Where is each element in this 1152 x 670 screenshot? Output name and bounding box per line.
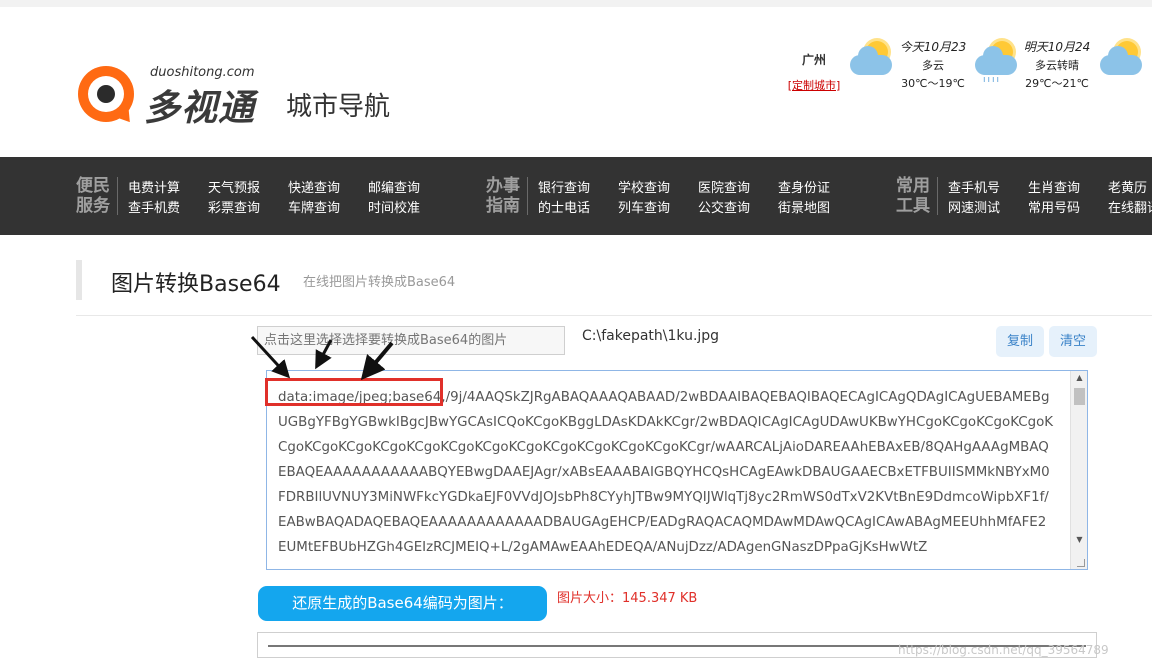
- page-title: 图片转换Base64: [111, 272, 281, 297]
- base64-text: data:image/jpeg;base64,/9j/4AAQSkZJRgABA…: [278, 390, 1054, 555]
- logo-name[interactable]: 多视通: [144, 79, 255, 131]
- nav-item[interactable]: 彩票查询: [208, 197, 260, 216]
- sun-cloud-icon: [1098, 39, 1146, 83]
- nav-item[interactable]: 的士电话: [538, 197, 590, 216]
- nav-item[interactable]: 查手机费: [128, 197, 180, 216]
- weather-tomorrow-temp: 29℃～21℃: [1025, 77, 1089, 90]
- section-name: 城市导航: [286, 92, 391, 122]
- weather-today-condition: 多云: [922, 59, 944, 72]
- nav-item[interactable]: 公交查询: [698, 197, 750, 216]
- scroll-thumb[interactable]: [1074, 388, 1085, 405]
- file-select-input[interactable]: [257, 326, 565, 355]
- image-size-label: 图片大小：145.347 KB: [557, 591, 698, 606]
- nav-divider: [937, 177, 938, 215]
- clear-button[interactable]: 清空: [1049, 326, 1097, 357]
- nav-item[interactable]: 学校查询: [618, 177, 670, 196]
- nav-item[interactable]: 查身份证: [778, 177, 830, 196]
- main-nav: 便民 服务 电费计算 查手机费 天气预报 彩票查询 快递查询 车牌查询 邮编查询 …: [0, 157, 1152, 235]
- weather-city: 广州 [定制城市]: [784, 51, 844, 93]
- copy-button[interactable]: 复制: [996, 326, 1044, 357]
- nav-item[interactable]: 快递查询: [288, 177, 340, 196]
- scroll-down-icon[interactable]: ▼: [1071, 535, 1087, 544]
- nav-item[interactable]: 常用号码: [1028, 197, 1080, 216]
- selected-file-path: C:\fakepath\1ku.jpg: [582, 328, 720, 344]
- weather-tomorrow-day: 明天10月24: [1023, 40, 1091, 54]
- customize-city-link[interactable]: [定制城市]: [788, 77, 841, 93]
- nav-item[interactable]: 天气预报: [208, 177, 260, 196]
- nav-item[interactable]: 电费计算: [128, 177, 180, 196]
- nav-item[interactable]: 医院查询: [698, 177, 750, 196]
- logo-eye-icon[interactable]: [78, 66, 137, 128]
- nav-item[interactable]: 老黄历: [1108, 177, 1147, 196]
- nav-item[interactable]: 街景地图: [778, 197, 830, 216]
- resize-grip-icon[interactable]: [1077, 559, 1085, 567]
- nav-item[interactable]: 邮编查询: [368, 177, 420, 196]
- site-header: duoshitong.com 多视通 城市导航 广州 [定制城市] 今天10月2…: [0, 7, 1152, 157]
- nav-group-title: 常用 工具: [896, 176, 930, 216]
- textarea-scrollbar[interactable]: ▲ ▼: [1070, 371, 1087, 569]
- weather-today: 今天10月23 多云 30℃～19℃: [888, 38, 978, 91]
- title-accent-bar: [76, 260, 82, 300]
- weather-today-day: 今天10月23: [899, 40, 967, 54]
- city-name: 广州: [801, 53, 826, 67]
- nav-divider: [117, 177, 118, 215]
- weather-tomorrow: 明天10月24 多云转晴 29℃～21℃: [1012, 38, 1102, 91]
- convert-to-image-button[interactable]: 还原生成的Base64编码为图片：: [258, 586, 547, 621]
- nav-item[interactable]: 车牌查询: [288, 197, 340, 216]
- scroll-up-icon[interactable]: ▲: [1071, 373, 1087, 382]
- weather-today-temp: 30℃～19℃: [901, 77, 965, 90]
- nav-item[interactable]: 银行查询: [538, 177, 590, 196]
- nav-group-title: 便民 服务: [76, 176, 110, 216]
- data-uri-prefix-highlight: [265, 378, 443, 406]
- nav-divider: [527, 177, 528, 215]
- watermark: https://blog.csdn.net/qq_39564789: [898, 643, 1109, 657]
- nav-item[interactable]: 查手机号: [948, 177, 1000, 196]
- page-subtitle: 在线把图片转换成Base64: [303, 275, 456, 290]
- top-strip: [0, 0, 1152, 7]
- nav-item[interactable]: 时间校准: [368, 197, 420, 216]
- nav-item[interactable]: 生肖查询: [1028, 177, 1080, 196]
- nav-item[interactable]: 在线翻译: [1108, 197, 1152, 216]
- nav-item[interactable]: 网速测试: [948, 197, 1000, 216]
- nav-item[interactable]: 列车查询: [618, 197, 670, 216]
- logo-domain: duoshitong.com: [150, 65, 255, 80]
- nav-group-title: 办事 指南: [486, 176, 520, 216]
- weather-tomorrow-condition: 多云转晴: [1035, 59, 1079, 72]
- divider: [76, 315, 1152, 316]
